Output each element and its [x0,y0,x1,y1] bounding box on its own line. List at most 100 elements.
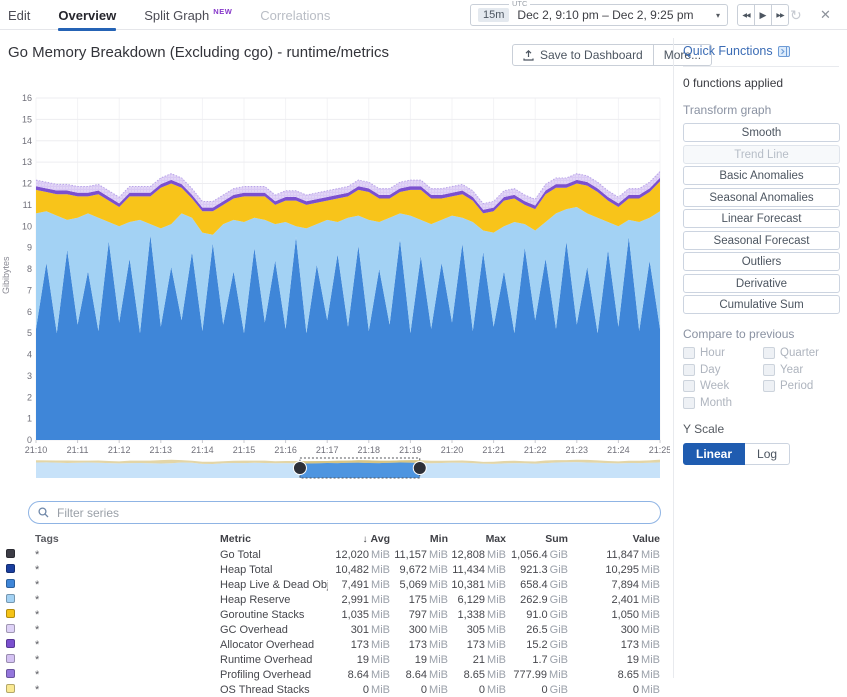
y-scale-label: Y Scale [683,422,847,436]
svg-text:8: 8 [27,264,32,274]
functions-applied-text: 0 functions applied [683,76,847,90]
tab-correlations[interactable]: Correlations [260,0,330,30]
row-value: 11,847MiB [570,549,662,561]
row-avg: 2,991MiB [328,594,392,606]
trend-line-button: Trend Line [683,145,840,164]
col-value[interactable]: Value [570,533,662,545]
play-icon: ▶ [760,10,767,21]
checkbox-icon [683,397,695,409]
row-avg: 7,491MiB [328,579,392,591]
col-avg[interactable]: ↓Avg [328,533,392,545]
svg-text:21:20: 21:20 [441,445,464,455]
smooth-button[interactable]: Smooth [683,123,840,142]
row-metric: Allocator Overhead [220,639,328,651]
row-avg: 10,482MiB [328,564,392,576]
tab-split-graph-label: Split Graph [144,8,209,23]
y-scale-linear-button[interactable]: Linear [683,443,745,465]
row-metric: Heap Live & Dead Objects [220,579,328,591]
compare-to-previous-label: Compare to previous [683,327,847,341]
row-value: 2,401MiB [570,594,662,606]
row-avg: 173MiB [328,639,392,651]
row-max: 0MiB [450,684,508,696]
table-row[interactable]: * Go Total 12,020MiB 11,157MiB 12,808MiB… [0,547,662,562]
row-sum: 921.3GiB [508,564,570,576]
row-min: 11,157MiB [392,549,450,561]
brush-handle-left[interactable] [293,462,306,475]
svg-text:21:25: 21:25 [649,445,670,455]
quick-functions-link[interactable]: Quick Functions [683,44,847,58]
memory-chart[interactable]: 21:1021:1121:1221:1321:1421:1521:1621:17… [0,88,670,456]
row-min: 8.64MiB [392,669,450,681]
tab-edit[interactable]: Edit [8,0,30,30]
linear-forecast-button[interactable]: Linear Forecast [683,209,840,228]
y-scale-log-button[interactable]: Log [745,443,790,465]
row-metric: Runtime Overhead [220,654,328,666]
chart-minimap[interactable] [0,455,670,483]
series-swatch [6,549,15,558]
svg-text:21:18: 21:18 [358,445,381,455]
row-tags: * [18,624,220,636]
time-span-badge: 15m [478,8,509,22]
cumulative-sum-button[interactable]: Cumulative Sum [683,295,840,314]
row-max: 11,434MiB [450,564,508,576]
close-button[interactable]: ✕ [820,5,831,25]
table-row[interactable]: * Runtime Overhead 19MiB 19MiB 21MiB 1.7… [0,652,662,667]
svg-text:9: 9 [27,243,32,253]
row-metric: Heap Reserve [220,594,328,606]
table-row[interactable]: * Heap Reserve 2,991MiB 175MiB 6,129MiB … [0,592,662,607]
tab-bar: Edit Overview Split GraphNEW Correlation… [8,0,330,30]
table-row[interactable]: * OS Thread Stacks 0MiB 0MiB 0MiB 0GiB 0… [0,682,662,697]
row-sum: 262.9GiB [508,594,570,606]
series-swatch [6,609,15,618]
checkbox-icon [763,364,775,376]
row-min: 0MiB [392,684,450,696]
filter-series-input[interactable] [55,505,651,521]
compare-week-checkbox: Week [683,380,763,392]
seasonal-forecast-button[interactable]: Seasonal Forecast [683,231,840,250]
table-row[interactable]: * Allocator Overhead 173MiB 173MiB 173Mi… [0,637,662,652]
row-tags: * [18,609,220,621]
row-min: 19MiB [392,654,450,666]
series-swatch [6,684,15,693]
row-tags: * [18,639,220,651]
save-to-dashboard-button[interactable]: Save to Dashboard [513,45,654,65]
row-min: 175MiB [392,594,450,606]
table-row[interactable]: * GC Overhead 301MiB 300MiB 305MiB 26.5G… [0,622,662,637]
shift-forward-button[interactable]: ▶▶ [772,5,788,25]
row-value: 7,894MiB [570,579,662,591]
shift-back-button[interactable]: ◀◀ [738,5,755,25]
play-button[interactable]: ▶ [755,5,772,25]
compare-hour-checkbox: Hour [683,347,763,359]
col-max[interactable]: Max [450,533,508,545]
derivative-button[interactable]: Derivative [683,274,840,293]
table-row[interactable]: * Heap Live & Dead Objects 7,491MiB 5,06… [0,577,662,592]
table-row[interactable]: * Profiling Overhead 8.64MiB 8.64MiB 8.6… [0,667,662,682]
col-min[interactable]: Min [392,533,450,545]
refresh-button: ↻ [790,5,802,25]
table-row[interactable]: * Heap Total 10,482MiB 9,672MiB 11,434Mi… [0,562,662,577]
svg-text:12: 12 [22,179,32,189]
row-sum: 1,056.4GiB [508,549,570,561]
svg-text:13: 13 [22,157,32,167]
svg-text:21:24: 21:24 [607,445,630,455]
tab-overview[interactable]: Overview [58,0,116,30]
table-row[interactable]: * Goroutine Stacks 1,035MiB 797MiB 1,338… [0,607,662,622]
transform-graph-label: Transform graph [683,103,847,117]
save-to-dashboard-label: Save to Dashboard [540,48,643,62]
series-swatch [6,639,15,648]
brush-handle-right[interactable] [413,462,426,475]
time-range-picker[interactable]: UTC 15m Dec 2, 9:10 pm – Dec 2, 9:25 pm … [470,4,728,26]
outliers-button[interactable]: Outliers [683,252,840,271]
col-metric[interactable]: Metric [220,533,328,545]
svg-text:21:12: 21:12 [108,445,131,455]
tab-split-graph[interactable]: Split GraphNEW [144,0,232,30]
row-tags: * [18,579,220,591]
seasonal-anomalies-button[interactable]: Seasonal Anomalies [683,188,840,207]
series-swatch [6,624,15,633]
basic-anomalies-button[interactable]: Basic Anomalies [683,166,840,185]
row-tags: * [18,564,220,576]
metric-explorer-page: Edit Overview Split GraphNEW Correlation… [0,0,847,697]
col-tags[interactable]: Tags [18,533,220,545]
row-sum: 1.7GiB [508,654,570,666]
col-sum[interactable]: Sum [508,533,570,545]
